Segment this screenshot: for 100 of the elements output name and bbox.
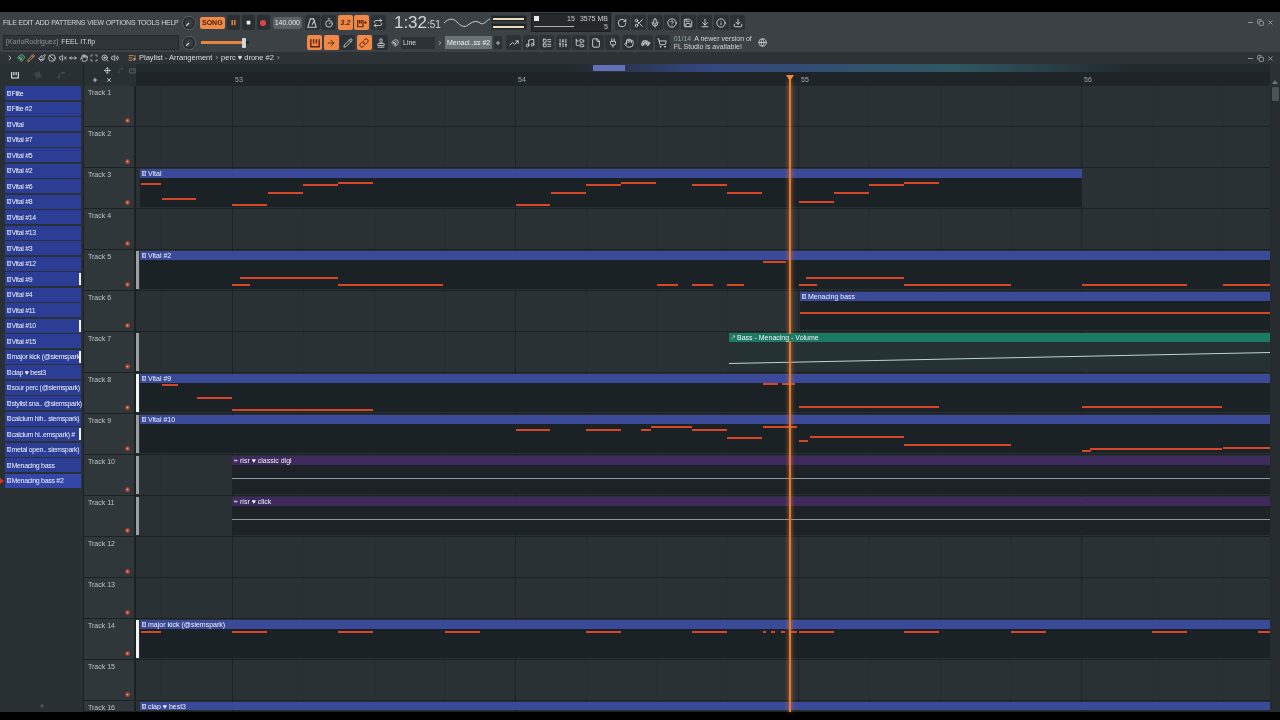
export-button[interactable] — [697, 15, 713, 30]
track-dot-icon[interactable] — [125, 364, 130, 369]
waveform-icon — [234, 499, 238, 504]
pattern-icon — [142, 171, 146, 176]
globe-icon[interactable] — [757, 38, 767, 47]
playhead-marker-icon[interactable] — [786, 75, 794, 81]
folder-tree-button[interactable] — [572, 35, 588, 50]
track-dot-icon[interactable] — [125, 528, 130, 533]
pencil-tool-button[interactable] — [27, 54, 35, 62]
list-button[interactable] — [539, 35, 555, 50]
track-dot-icon[interactable] — [125, 651, 130, 656]
close-button[interactable] — [1267, 19, 1274, 26]
song-time-fraction: :51 — [427, 20, 441, 30]
arrow-icon — [326, 37, 336, 48]
pause-button[interactable] — [226, 15, 240, 30]
info-icon — [716, 17, 727, 28]
overview-strip[interactable] — [136, 64, 1270, 72]
slip-tool-button[interactable] — [69, 54, 77, 62]
cart-button[interactable] — [654, 35, 670, 50]
knob[interactable] — [182, 35, 196, 50]
minimize-button[interactable] — [1247, 19, 1254, 26]
hand-tool-button[interactable] — [79, 54, 88, 62]
file-button[interactable] — [588, 35, 604, 50]
trend-button[interactable] — [506, 35, 522, 50]
link-button[interactable] — [356, 35, 372, 50]
track-dot-icon[interactable] — [125, 569, 130, 574]
select-tool-button[interactable] — [90, 54, 98, 62]
music-note-button[interactable] — [522, 35, 538, 50]
stop-button[interactable] — [241, 15, 255, 30]
view-thumb[interactable] — [593, 65, 625, 71]
restore-button[interactable] — [1257, 19, 1264, 26]
sliders-icon — [558, 37, 569, 48]
slider-thumb[interactable] — [242, 37, 247, 48]
plug-button[interactable] — [605, 35, 621, 50]
move-icon[interactable] — [104, 67, 111, 74]
track-dot-icon[interactable] — [125, 446, 130, 451]
scroll-up-icon[interactable] — [1272, 80, 1278, 84]
refresh-button[interactable] — [614, 15, 630, 30]
close-icon — [1267, 54, 1274, 62]
step-edit-button[interactable] — [323, 35, 339, 50]
download-button[interactable] — [730, 15, 746, 30]
track-dot-icon[interactable] — [125, 159, 130, 164]
delete-tool-button[interactable] — [48, 54, 56, 62]
typing-keyboard-button[interactable] — [307, 35, 322, 50]
track-dot-icon[interactable] — [125, 323, 130, 328]
restore-icon — [1257, 19, 1264, 26]
pattern-icon — [6, 168, 11, 173]
track-dot-icon[interactable] — [125, 692, 130, 697]
loop-record-button[interactable] — [370, 15, 386, 30]
zoom-icon — [100, 54, 109, 62]
select-icon — [90, 54, 98, 62]
pattern-icon — [6, 152, 11, 158]
turtle-button[interactable] — [638, 35, 654, 50]
hand-button[interactable] — [621, 35, 637, 50]
magnet-tool-button[interactable] — [16, 54, 25, 62]
scissors-button[interactable] — [631, 15, 647, 30]
wait-button[interactable] — [321, 15, 337, 30]
track-dot-icon[interactable] — [125, 405, 130, 410]
add-pattern-button[interactable] — [494, 36, 503, 49]
track-dot-icon[interactable] — [125, 610, 130, 615]
help-button[interactable] — [664, 15, 680, 30]
mute-tool-button[interactable] — [58, 54, 67, 62]
help-icon — [666, 17, 677, 28]
caret-tool-button[interactable] — [6, 54, 14, 62]
speaker-tool-button[interactable] — [111, 54, 119, 62]
sliders-button[interactable] — [555, 35, 571, 50]
timer-icon — [323, 17, 334, 28]
curve-icon — [731, 335, 735, 340]
pattern-icon — [6, 183, 11, 189]
info-button[interactable] — [713, 15, 729, 30]
step-record-button[interactable] — [354, 15, 370, 30]
oscilloscope-drawing — [443, 16, 490, 29]
knob[interactable] — [182, 15, 196, 30]
track-dot-icon[interactable] — [125, 487, 130, 492]
track-dot-icon[interactable] — [125, 200, 130, 205]
close-icon[interactable] — [106, 77, 112, 83]
microphone-button[interactable] — [647, 15, 663, 30]
file-icon — [591, 37, 602, 48]
clip-edge — [136, 374, 139, 412]
pencil-button[interactable] — [340, 35, 355, 50]
trend-icon — [508, 37, 519, 48]
pencil-icon — [27, 54, 35, 62]
add-track-icon[interactable] — [92, 77, 98, 83]
save-button[interactable] — [680, 15, 696, 30]
close-button[interactable] — [1267, 54, 1274, 62]
metronome-button[interactable] — [304, 15, 320, 30]
pattern-icon — [6, 106, 11, 111]
stamp-button[interactable] — [373, 35, 388, 50]
brush-tool-button[interactable] — [37, 54, 46, 62]
track-dot-icon[interactable] — [125, 241, 130, 246]
caret-icon — [437, 39, 443, 46]
breadcrumb-separator: › — [276, 54, 280, 62]
loop-icon — [373, 17, 384, 28]
vertical-scrollbar[interactable] — [1270, 86, 1280, 712]
track-dot-icon[interactable] — [125, 118, 130, 123]
stamp-icon — [375, 37, 386, 48]
zoom-tool-button[interactable] — [100, 54, 109, 62]
restore-button[interactable] — [1257, 54, 1264, 62]
scroll-thumb[interactable] — [1271, 87, 1279, 101]
track-dot-icon[interactable] — [125, 282, 130, 287]
